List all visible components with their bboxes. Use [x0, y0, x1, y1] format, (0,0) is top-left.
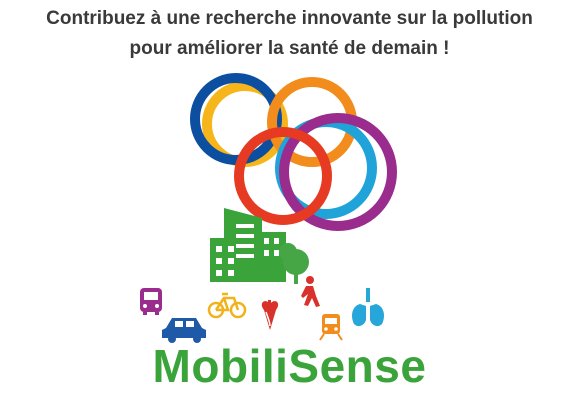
brand-name: MobiliSense: [152, 340, 427, 392]
logo-rings: [190, 73, 397, 231]
bicycle-icon: [207, 292, 247, 319]
bus-icon: [140, 288, 162, 315]
lungs-icon: [352, 288, 384, 327]
pedestrian-icon: [301, 276, 320, 307]
heart-icon: [261, 300, 279, 330]
